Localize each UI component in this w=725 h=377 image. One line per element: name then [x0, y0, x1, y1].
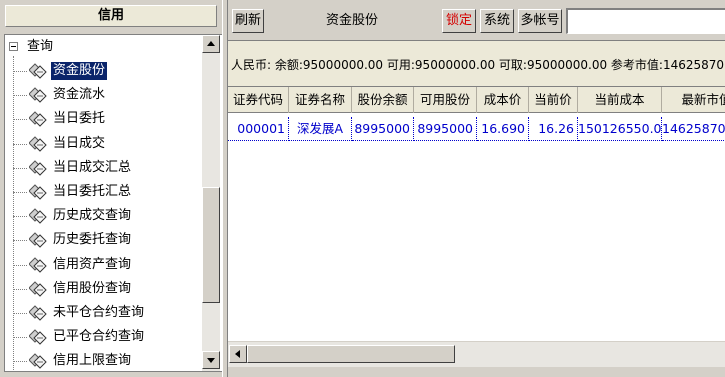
tree-item[interactable]: 当日成交	[13, 132, 203, 156]
system-button[interactable]: 系统	[480, 9, 514, 33]
tree-item[interactable]: 已平仓合约查询	[13, 325, 203, 349]
tree-vertical-scrollbar[interactable]	[202, 35, 220, 371]
toolbar: 刷新 资金股份 锁定 系统 多帐号	[228, 0, 725, 38]
tree-connector	[13, 71, 27, 72]
grid-header: 证券代码证券名称股份余额可用股份成本价当前价当前成本最新市值	[228, 87, 725, 113]
right-panel: 刷新 资金股份 锁定 系统 多帐号 人民币: 余额:95000000.00 可用…	[228, 0, 725, 377]
lock-button[interactable]: 锁定	[442, 9, 476, 33]
tree-item-label: 信用资产查询	[53, 256, 132, 272]
tree-connector	[13, 143, 27, 145]
query-node-icon	[28, 207, 49, 225]
tree-connector	[13, 288, 27, 290]
tree-connector	[13, 313, 27, 314]
table-cell: 8995000	[414, 117, 477, 141]
query-node-icon	[28, 304, 49, 322]
fund-summary-bar: 人民币: 余额:95000000.00 可用:95000000.00 可取:95…	[228, 40, 725, 86]
tree-connector	[13, 119, 27, 121]
positions-grid: 证券代码证券名称股份余额可用股份成本价当前价当前成本最新市值 000001深发展…	[228, 86, 725, 341]
tree-connector	[13, 361, 27, 363]
tree-item-label: 历史成交查询	[53, 208, 132, 224]
query-node-icon	[28, 62, 49, 80]
arrow-down-icon	[207, 358, 215, 363]
column-header[interactable]: 股份余额	[352, 87, 414, 113]
grid-horizontal-scrollbar[interactable]	[228, 341, 725, 367]
tree-item[interactable]: 历史委托查询	[13, 228, 203, 252]
column-header[interactable]: 成本价	[477, 87, 529, 113]
table-cell: 146258700.00	[662, 117, 725, 141]
tree-item[interactable]: 历史成交查询	[13, 204, 203, 228]
table-cell: 16.690	[477, 117, 529, 141]
table-cell: 8995000	[352, 117, 414, 141]
tree-item-label: 已平仓合约查询	[53, 329, 145, 345]
scroll-left-button[interactable]	[229, 345, 247, 363]
query-node-icon	[28, 183, 49, 201]
fund-summary-text: 人民币: 余额:95000000.00 可用:95000000.00 可取:95…	[231, 58, 725, 72]
multi-account-button[interactable]: 多帐号	[518, 9, 562, 33]
tree-item-label: 资金股份	[51, 62, 108, 80]
column-header[interactable]: 当前成本	[578, 87, 662, 113]
tree-item-label: 信用上限查询	[53, 353, 132, 369]
tree-item-label: 当日委托	[53, 111, 106, 127]
tree-item[interactable]: 未平仓合约查询	[13, 301, 203, 325]
query-node-icon	[28, 280, 49, 298]
tree-connector	[13, 192, 27, 193]
table-cell: 000001	[228, 117, 289, 141]
query-node-icon	[28, 86, 49, 104]
query-node-icon	[28, 328, 49, 346]
column-header[interactable]: 证券名称	[289, 87, 352, 113]
column-header[interactable]: 当前价	[529, 87, 578, 113]
tree-connector	[13, 167, 27, 169]
scroll-down-button[interactable]	[202, 351, 220, 369]
tree-item-label: 当日成交	[53, 135, 106, 151]
tree-connector	[13, 95, 27, 97]
panel-title: 信用	[5, 5, 217, 27]
refresh-button[interactable]: 刷新	[232, 9, 264, 33]
tree-item[interactable]: 当日成交汇总	[13, 156, 203, 180]
query-node-icon	[28, 231, 49, 249]
table-row[interactable]: 000001 深发展A 8995000 8995000 16.690 16.26 15012…	[228, 117, 725, 141]
scroll-thumb[interactable]	[202, 187, 220, 303]
tree-root-label: 查询	[27, 39, 54, 54]
account-input[interactable]	[566, 8, 725, 34]
horizontal-scroll-thumb[interactable]	[247, 345, 455, 363]
query-node-icon	[28, 352, 49, 370]
arrow-left-icon	[235, 350, 240, 358]
tree-connector	[13, 337, 27, 339]
left-panel: 信用 查询 资金股份资金流水当日委托当日成交当日成交汇总 当日委托汇总 历史成交查询…	[0, 0, 222, 377]
tree-item[interactable]: 信用上限查询	[13, 349, 203, 371]
query-node-icon	[28, 135, 49, 153]
tree-item-label: 资金流水	[53, 87, 106, 103]
tree-connector	[13, 240, 27, 242]
tree-item-label: 信用股份查询	[53, 280, 132, 296]
column-header[interactable]: 证券代码	[228, 87, 289, 113]
tree-item[interactable]: 信用资产查询	[13, 253, 203, 277]
tree-connector	[13, 216, 27, 218]
tree-item-label: 未平仓合约查询	[53, 305, 145, 320]
tree-item[interactable]: 资金股份	[13, 59, 203, 83]
table-cell: 150126550.00	[578, 117, 662, 141]
table-cell: 深发展A	[289, 117, 352, 141]
tree-item-label: 历史委托查询	[53, 232, 132, 248]
tree-connector	[13, 264, 27, 266]
collapse-icon[interactable]	[9, 42, 18, 51]
query-node-icon	[28, 159, 49, 177]
column-header[interactable]: 最新市值	[662, 87, 725, 113]
tree-item[interactable]: 当日委托	[13, 107, 203, 131]
query-tree: 查询 资金股份资金流水当日委托当日成交当日成交汇总 当日委托汇总 历史成交查询 历史委…	[4, 34, 222, 372]
tree-item[interactable]: 资金流水	[13, 83, 203, 107]
query-node-icon	[28, 256, 49, 274]
scroll-up-button[interactable]	[202, 35, 220, 53]
column-header[interactable]: 可用股份	[414, 87, 477, 113]
arrow-up-icon	[207, 41, 215, 46]
tree-item-label: 当日成交汇总	[53, 159, 132, 175]
view-title: 资金股份	[326, 13, 379, 28]
tree-item[interactable]: 信用股份查询	[13, 277, 203, 301]
table-cell: 16.26	[529, 117, 578, 141]
query-node-icon	[28, 110, 49, 128]
tree-item[interactable]: 当日委托汇总	[13, 180, 203, 204]
tree-item-label: 当日委托汇总	[53, 184, 132, 199]
